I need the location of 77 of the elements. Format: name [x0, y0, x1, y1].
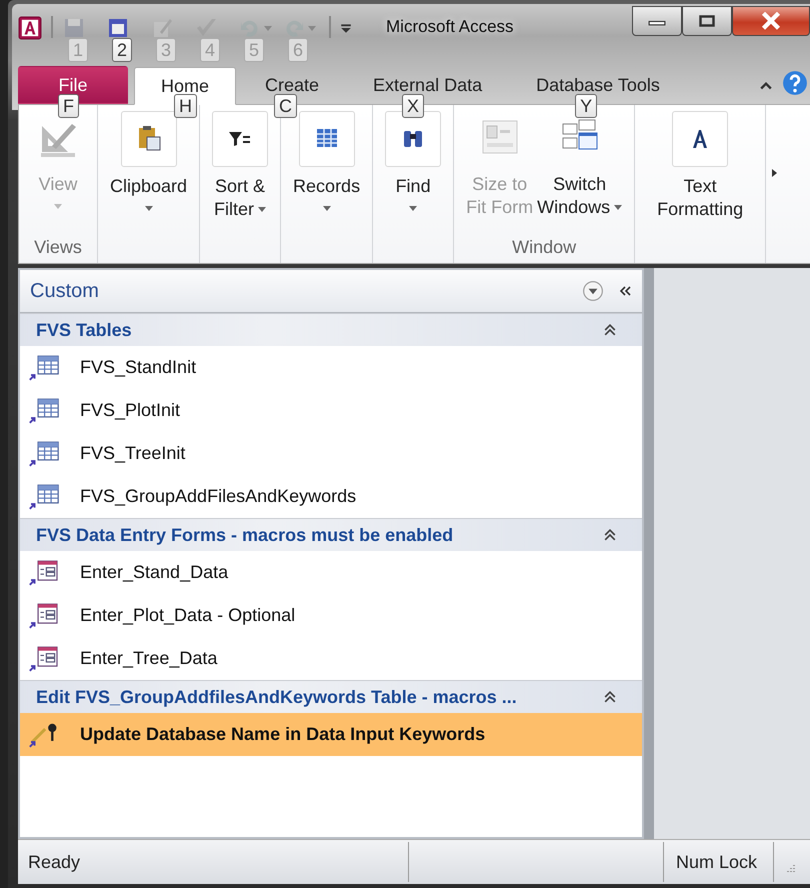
filter-button[interactable]: Sort & Filter	[210, 111, 270, 259]
linked-table-icon	[28, 354, 60, 380]
group-label: Window	[512, 236, 576, 259]
collapse-group-icon[interactable]	[604, 529, 616, 541]
item-label: FVS_StandInit	[80, 357, 196, 378]
item-label: FVS_GroupAddFilesAndKeywords	[80, 486, 356, 507]
button-label: Records	[293, 175, 360, 198]
button-label: Switch	[553, 173, 606, 196]
status-message: Ready	[18, 842, 409, 882]
item-label: Enter_Tree_Data	[80, 648, 218, 669]
button-label: Windows	[537, 196, 622, 219]
form-icon[interactable]	[106, 16, 130, 40]
item-label: FVS_TreeInit	[80, 443, 186, 464]
collapse-ribbon-icon[interactable]	[760, 81, 772, 90]
button-label: Filter	[214, 198, 266, 221]
item-label: Update Database Name in Data Input Keywords	[80, 724, 486, 745]
linked-table-icon	[28, 484, 60, 510]
status-indicator: Num Lock	[662, 842, 774, 882]
button-label: Find	[396, 175, 431, 198]
keytip: H	[174, 94, 197, 118]
help-icon[interactable]	[782, 70, 808, 96]
nav-item[interactable]: Enter_Stand_Data	[20, 551, 642, 594]
nav-item[interactable]: Enter_Plot_Data - Optional	[20, 594, 642, 637]
access-logo-icon	[18, 16, 42, 40]
item-label: FVS_PlotInit	[80, 400, 180, 421]
button-label: Clipboard	[110, 175, 188, 198]
customize-menu-icon[interactable]	[340, 22, 352, 34]
group-title: FVS Data Entry Forms - macros must be enabled	[36, 524, 454, 546]
nav-item[interactable]: FVS_GroupAddFilesAndKeywords	[20, 475, 642, 518]
linked-form-icon	[28, 646, 60, 672]
maximize-icon	[699, 15, 715, 27]
linked-form-icon	[28, 602, 60, 628]
nav-item[interactable]: FVS_StandInit	[20, 346, 642, 389]
nav-item[interactable]: FVS_TreeInit	[20, 432, 642, 475]
group-header[interactable]: FVS Data Entry Forms - macros must be enabled	[20, 518, 642, 551]
linked-table-icon	[28, 398, 60, 424]
nav-item[interactable]: FVS_PlotInit	[20, 389, 642, 432]
group-label: Views	[34, 236, 82, 259]
close-button[interactable]	[732, 6, 810, 36]
collapse-group-icon[interactable]	[604, 691, 616, 703]
nav-item[interactable]: Enter_Tree_Data	[20, 637, 642, 680]
button-label: Text	[684, 175, 717, 198]
collapse-group-icon[interactable]	[604, 324, 616, 336]
button-label: Formatting	[657, 198, 744, 221]
resize-grip-icon[interactable]	[784, 863, 796, 875]
dropdown-circle-icon[interactable]	[582, 280, 604, 302]
keytip: Y	[575, 94, 598, 118]
linked-form-icon	[28, 560, 60, 586]
keytip: C	[274, 94, 298, 118]
button-label: Sort &	[215, 175, 266, 198]
keytip: 6	[288, 38, 308, 62]
item-label: Enter_Plot_Data - Optional	[80, 605, 296, 626]
keytip: 4	[200, 38, 220, 62]
pane-title: Custom	[30, 280, 100, 302]
text-button[interactable]: Text Formatting	[655, 111, 746, 259]
group-title: Edit FVS_GroupAddfilesAndKeywords Table - macros ...	[36, 686, 518, 708]
minimize-button[interactable]	[632, 6, 682, 36]
keytip: X	[402, 94, 424, 118]
scroll-right-icon[interactable]	[772, 169, 778, 177]
maximize-button[interactable]	[682, 6, 732, 36]
keytip: F	[58, 94, 79, 118]
group-header[interactable]: Edit FVS_GroupAddfilesAndKeywords Table - macros ...	[20, 680, 642, 713]
keytip: 1	[68, 38, 88, 62]
button-label: Fit Form	[466, 196, 534, 219]
keytip: 3	[156, 38, 176, 62]
window-title: Microsoft Access	[386, 17, 514, 37]
close-icon	[761, 12, 781, 30]
button-label: View	[38, 173, 78, 196]
nav-item[interactable]: Update Database Name in Data Input Keywords	[20, 713, 642, 756]
collapse-pane-icon[interactable]	[618, 286, 632, 296]
linked-table-icon	[28, 440, 60, 466]
item-label: Enter_Stand_Data	[80, 562, 228, 583]
keytip: 2	[112, 38, 132, 62]
button-label: Size to	[472, 173, 528, 196]
keytip: 5	[244, 38, 264, 62]
group-title: FVS Tables	[36, 320, 133, 340]
group-header[interactable]: FVS Tables	[20, 313, 642, 346]
